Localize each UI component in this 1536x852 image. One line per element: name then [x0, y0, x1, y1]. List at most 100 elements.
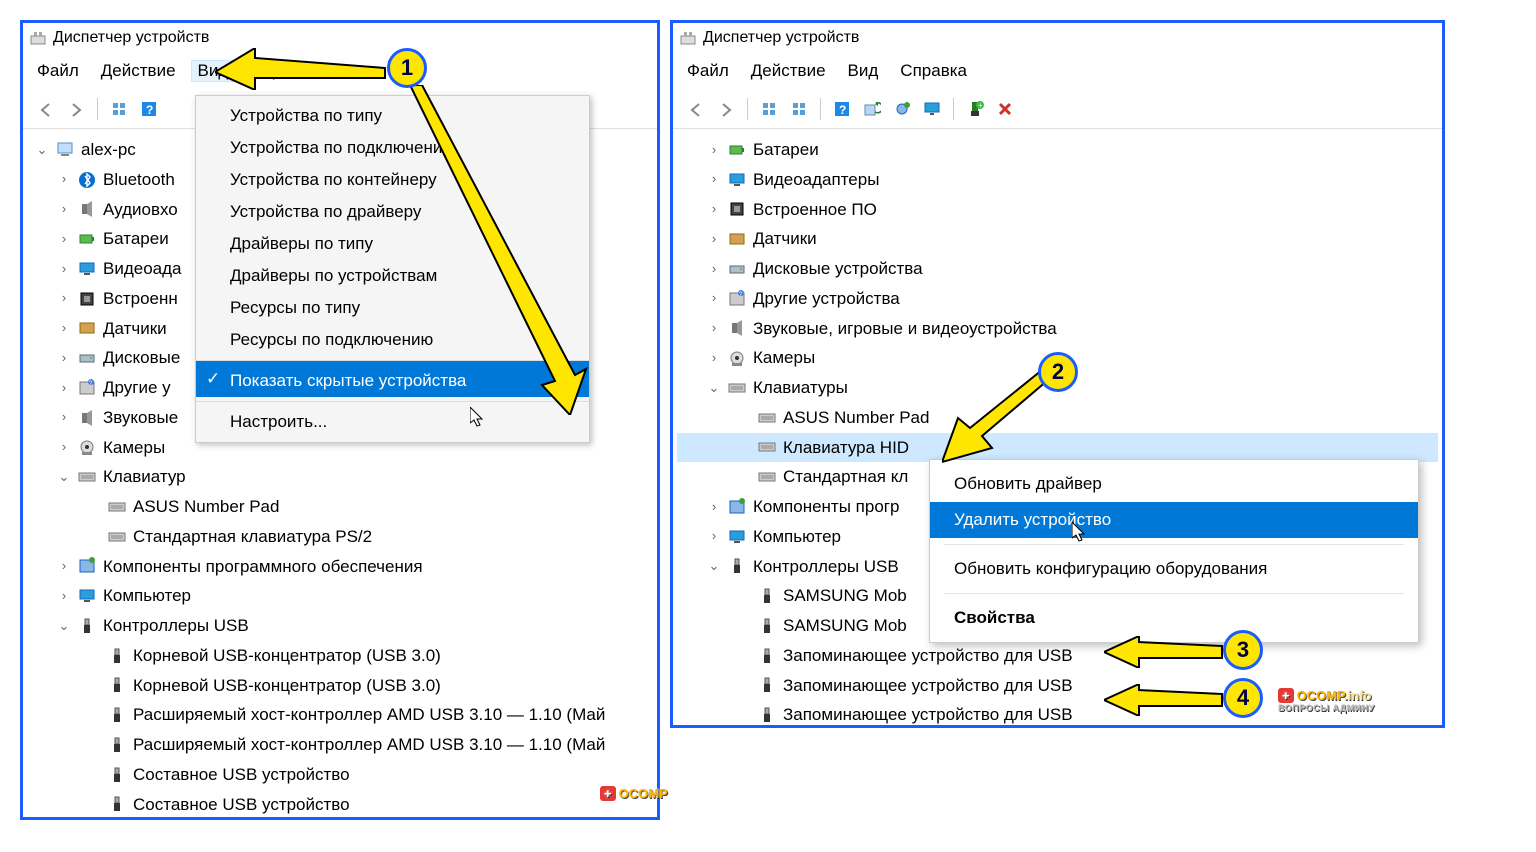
cat-keyboards[interactable]: Клавиатур	[103, 462, 186, 492]
cat-sound[interactable]: Звуковые, игровые и видеоустройства	[753, 314, 1057, 344]
ctx-rescan[interactable]: Обновить конфигурацию оборудования	[930, 551, 1418, 587]
usb-samsung2[interactable]: SAMSUNG Mob	[783, 611, 907, 641]
menu-action[interactable]: Действие	[751, 61, 826, 81]
cat-bluetooth[interactable]: Bluetooth	[103, 165, 175, 195]
camera-icon	[727, 349, 747, 367]
usb-host1[interactable]: Расширяемый хост-контроллер AMD USB 3.10…	[133, 700, 605, 730]
toolbar-monitor-icon[interactable]	[919, 96, 945, 122]
usb-icon	[107, 647, 127, 665]
cat-video[interactable]: Видеоада	[103, 254, 182, 284]
speaker-icon	[77, 200, 97, 218]
cat-software[interactable]: Компоненты прогр	[753, 492, 899, 522]
cat-usb[interactable]: Контроллеры USB	[103, 611, 249, 641]
annotation-arrow-1b	[410, 85, 590, 415]
usb-icon	[107, 795, 127, 813]
cat-sound[interactable]: Звуковые	[103, 403, 178, 433]
ctx-delete-device[interactable]: Удалить устройство	[930, 502, 1418, 538]
cat-fw[interactable]: Встроенное ПО	[753, 195, 877, 225]
menubar: Файл Действие Вид Справка	[673, 53, 1442, 89]
software-icon	[727, 498, 747, 516]
cat-disks[interactable]: Дисковые	[103, 343, 180, 373]
bluetooth-icon	[77, 171, 97, 189]
cat-sensors[interactable]: Датчики	[103, 314, 167, 344]
keyboard-icon	[107, 528, 127, 546]
usb-storage1[interactable]: Запоминающее устройство для USB	[783, 641, 1073, 671]
plus-icon: +	[600, 786, 616, 801]
cat-battery[interactable]: Батареи	[103, 224, 169, 254]
usb-samsung1[interactable]: SAMSUNG Mob	[783, 581, 907, 611]
ctx-update-driver[interactable]: Обновить драйвер	[930, 466, 1418, 502]
annotation-arrow-3	[1104, 636, 1224, 668]
sensor-icon	[727, 230, 747, 248]
device-tree[interactable]: ›Батареи ›Видеоадаптеры ›Встроенное ПО ›…	[673, 129, 1442, 736]
disk-icon	[727, 260, 747, 278]
toolbar-sep	[747, 98, 748, 120]
usb-host2[interactable]: Расширяемый хост-контроллер AMD USB 3.10…	[133, 730, 605, 760]
annotation-marker-3: 3	[1223, 630, 1263, 670]
cat-disks[interactable]: Дисковые устройства	[753, 254, 923, 284]
speaker-icon	[727, 319, 747, 337]
cat-computer[interactable]: Компьютер	[753, 522, 841, 552]
cat-keyboards[interactable]: Клавиатуры	[753, 373, 848, 403]
software-icon	[77, 557, 97, 575]
kb-std[interactable]: Стандартная кл	[783, 462, 908, 492]
menu-view[interactable]: Вид	[848, 61, 879, 81]
kb-ps2[interactable]: Стандартная клавиатура PS/2	[133, 522, 372, 552]
kb-asus[interactable]: ASUS Number Pad	[133, 492, 279, 522]
cat-battery[interactable]: Батареи	[753, 135, 819, 165]
menu-file[interactable]: Файл	[37, 61, 79, 81]
annotation-arrow-4	[1104, 684, 1224, 716]
toolbar-back-icon[interactable]	[683, 96, 709, 122]
cat-cameras[interactable]: Камеры	[103, 433, 165, 463]
usb-comp1[interactable]: Составное USB устройство	[133, 760, 350, 790]
keyboard-icon	[77, 468, 97, 486]
cat-software[interactable]: Компоненты программного обеспечения	[103, 552, 423, 582]
usb-storage2[interactable]: Запоминающее устройство для USB	[783, 671, 1073, 701]
usb-root1[interactable]: Корневой USB-концентратор (USB 3.0)	[133, 641, 441, 671]
usb-icon	[727, 557, 747, 575]
annotation-marker-1: 1	[387, 48, 427, 88]
cat-other[interactable]: Другие устройства	[753, 284, 900, 314]
toolbar-grid-icon[interactable]	[106, 96, 132, 122]
context-menu[interactable]: Обновить драйвер Удалить устройство Обно…	[929, 459, 1419, 643]
toolbar-gear-icon[interactable]	[889, 96, 915, 122]
usb-icon	[107, 706, 127, 724]
cat-other[interactable]: Другие у	[103, 373, 171, 403]
menu-action[interactable]: Действие	[101, 61, 176, 81]
app-icon	[29, 29, 47, 47]
toolbar-help-icon[interactable]	[136, 96, 162, 122]
cat-audio-in[interactable]: Аудиовхо	[103, 195, 178, 225]
cat-usb[interactable]: Контроллеры USB	[753, 552, 899, 582]
cat-video[interactable]: Видеоадаптеры	[753, 165, 879, 195]
usb-root2[interactable]: Корневой USB-концентратор (USB 3.0)	[133, 671, 441, 701]
monitor-icon	[727, 171, 747, 189]
cat-fw[interactable]: Встроенн	[103, 284, 178, 314]
root-node[interactable]: alex-pc	[81, 135, 136, 165]
monitor-icon	[77, 587, 97, 605]
toolbar-grid2-icon[interactable]	[786, 96, 812, 122]
menu-help[interactable]: Справка	[900, 61, 967, 81]
ctx-divider	[944, 593, 1404, 594]
cat-sensors[interactable]: Датчики	[753, 224, 817, 254]
toolbar-grid-icon[interactable]	[756, 96, 782, 122]
toolbar-sep	[953, 98, 954, 120]
chip-icon	[77, 290, 97, 308]
toolbar-forward-icon[interactable]	[713, 96, 739, 122]
menu-file[interactable]: Файл	[687, 61, 729, 81]
disk-icon	[77, 349, 97, 367]
cat-cameras[interactable]: Камеры	[753, 343, 815, 373]
cat-computer[interactable]: Компьютер	[103, 581, 191, 611]
toolbar-help-icon[interactable]	[829, 96, 855, 122]
toolbar-forward-icon[interactable]	[63, 96, 89, 122]
usb-comp2[interactable]: Составное USB устройство	[133, 790, 350, 820]
kb-asus[interactable]: ASUS Number Pad	[783, 403, 929, 433]
toolbar-delete-icon[interactable]	[992, 96, 1018, 122]
toolbar-back-icon[interactable]	[33, 96, 59, 122]
toolbar-scan-icon[interactable]	[859, 96, 885, 122]
battery-icon	[727, 141, 747, 159]
watermark: +OCOMP	[600, 786, 668, 801]
ctx-properties[interactable]: Свойства	[930, 600, 1418, 636]
kb-hid[interactable]: Клавиатура HID	[783, 433, 909, 463]
usb-storage3[interactable]: Запоминающее устройство для USB	[783, 700, 1073, 730]
toolbar-add-icon[interactable]	[962, 96, 988, 122]
